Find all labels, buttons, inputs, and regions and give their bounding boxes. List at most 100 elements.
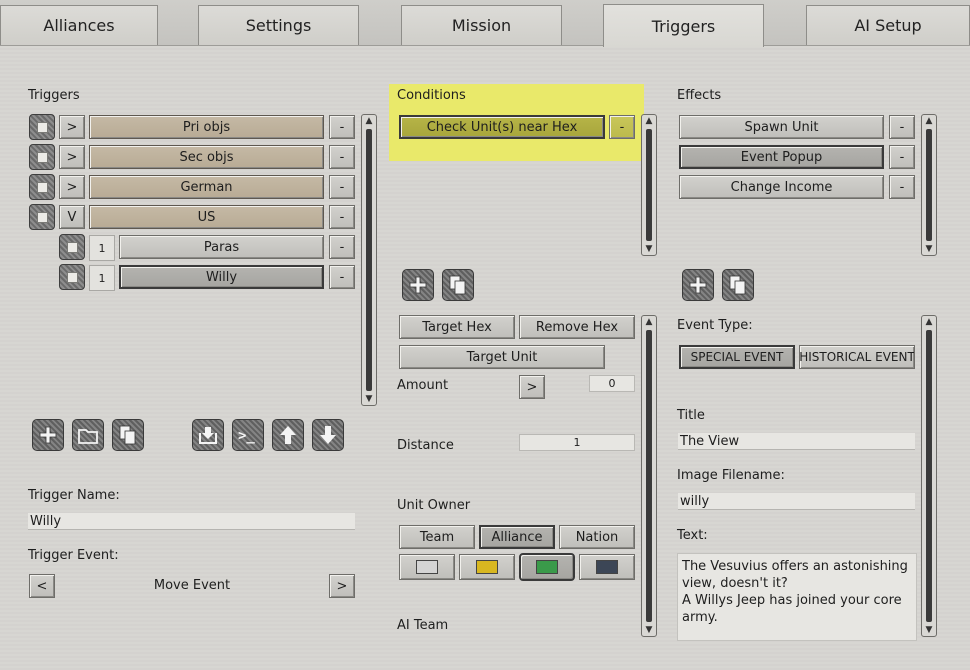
scroll-up-icon[interactable]: ▲ <box>922 316 936 328</box>
tab-mission[interactable]: Mission <box>401 5 562 45</box>
remove-hex-button[interactable]: Remove Hex <box>519 315 635 339</box>
arrow-up-icon <box>280 426 296 444</box>
copy-icon <box>119 425 136 445</box>
trigger-name-input[interactable]: Willy <box>28 513 355 530</box>
trigger-checkbox[interactable] <box>29 174 55 200</box>
scroll-down-icon[interactable]: ▼ <box>642 624 656 636</box>
add-icon <box>39 426 57 444</box>
unit-owner-label: Unit Owner <box>397 498 471 513</box>
trigger-item-pri-objs[interactable]: Pri objs <box>89 115 324 139</box>
trigger-checkbox[interactable] <box>29 144 55 170</box>
owner-team-button[interactable]: Team <box>399 525 475 549</box>
trigger-name-label: Trigger Name: <box>28 488 120 503</box>
scroll-down-icon[interactable]: ▼ <box>922 624 936 636</box>
effect-remove-button[interactable]: - <box>889 145 915 169</box>
add-trigger-button[interactable] <box>32 419 64 451</box>
trigger-item-paras[interactable]: Paras <box>119 235 324 259</box>
distance-input[interactable]: 1 <box>519 434 635 451</box>
scroll-up-icon[interactable]: ▲ <box>642 115 656 127</box>
effect-remove-button[interactable]: - <box>889 175 915 199</box>
trigger-remove-button[interactable]: - <box>329 115 355 139</box>
trigger-item-willy[interactable]: Willy <box>119 265 324 289</box>
effect-item-spawn-unit[interactable]: Spawn Unit <box>679 115 884 139</box>
copy-icon <box>449 275 466 295</box>
trigger-item-us[interactable]: US <box>89 205 324 229</box>
team-color-white-button[interactable] <box>399 554 455 580</box>
effect-item-change-income[interactable]: Change Income <box>679 175 884 199</box>
trigger-list-scrollbar[interactable]: ▲ ▼ <box>361 114 377 406</box>
scroll-up-icon[interactable]: ▲ <box>362 115 376 127</box>
condition-details-scrollbar[interactable]: ▲ ▼ <box>641 315 657 637</box>
effect-details-scrollbar[interactable]: ▲ ▼ <box>921 315 937 637</box>
trigger-remove-button[interactable]: - <box>329 175 355 199</box>
import-icon <box>199 427 217 444</box>
trigger-order-number: 1 <box>89 235 115 261</box>
trigger-expand-button[interactable]: > <box>59 115 85 139</box>
scroll-down-icon[interactable]: ▼ <box>642 243 656 255</box>
event-text-area[interactable]: The Vesuvius offers an astonishing view,… <box>677 553 917 641</box>
team-color-yellow-button[interactable] <box>459 554 515 580</box>
add-folder-button[interactable] <box>72 419 104 451</box>
trigger-expand-button[interactable]: > <box>59 175 85 199</box>
trigger-item-sec-objs[interactable]: Sec objs <box>89 145 324 169</box>
trigger-item-german[interactable]: German <box>89 175 324 199</box>
scroll-down-icon[interactable]: ▼ <box>362 393 376 405</box>
effects-scrollbar[interactable]: ▲ ▼ <box>921 114 937 256</box>
tab-alliances[interactable]: Alliances <box>0 5 158 45</box>
trigger-collapse-button[interactable]: V <box>59 205 85 229</box>
image-filename-input[interactable]: willy <box>678 493 915 510</box>
target-hex-button[interactable]: Target Hex <box>399 315 515 339</box>
scroll-down-icon[interactable]: ▼ <box>922 243 936 255</box>
effect-item-event-popup[interactable]: Event Popup <box>679 145 884 169</box>
amount-toggle-button[interactable]: > <box>519 375 545 399</box>
scroll-up-icon[interactable]: ▲ <box>922 115 936 127</box>
historical-event-button[interactable]: HISTORICAL EVENT <box>799 345 915 369</box>
scroll-up-icon[interactable]: ▲ <box>642 316 656 328</box>
condition-item-check-units[interactable]: Check Unit(s) near Hex <box>399 115 605 139</box>
tab-strip: Alliances Settings Mission Triggers AI S… <box>0 0 970 47</box>
special-event-button[interactable]: SPECIAL EVENT <box>679 345 795 369</box>
trigger-expand-button[interactable]: > <box>59 145 85 169</box>
owner-alliance-button[interactable]: Alliance <box>479 525 555 549</box>
move-down-button[interactable] <box>312 419 344 451</box>
copy-icon <box>729 275 746 295</box>
trigger-checkbox[interactable] <box>29 204 55 230</box>
import-trigger-button[interactable] <box>192 419 224 451</box>
tab-settings[interactable]: Settings <box>198 5 359 45</box>
trigger-checkbox[interactable] <box>59 264 85 290</box>
copy-effect-button[interactable] <box>722 269 754 301</box>
script-trigger-button[interactable]: >_ <box>232 419 264 451</box>
trigger-remove-button[interactable]: - <box>329 265 355 289</box>
condition-remove-button[interactable]: - <box>609 115 635 139</box>
trigger-remove-button[interactable]: - <box>329 235 355 259</box>
add-effect-button[interactable] <box>682 269 714 301</box>
move-up-button[interactable] <box>272 419 304 451</box>
team-color-navy-button[interactable] <box>579 554 635 580</box>
trigger-checkbox[interactable] <box>59 234 85 260</box>
add-condition-button[interactable] <box>402 269 434 301</box>
trigger-event-next-button[interactable]: > <box>329 574 355 598</box>
trigger-remove-button[interactable]: - <box>329 145 355 169</box>
trigger-event-prev-button[interactable]: < <box>29 574 55 598</box>
console-icon: >_ <box>238 428 255 444</box>
title-label: Title <box>677 408 705 423</box>
amount-label: Amount <box>397 378 449 393</box>
team-color-swatch <box>596 560 618 574</box>
effect-remove-button[interactable]: - <box>889 115 915 139</box>
copy-trigger-button[interactable] <box>112 419 144 451</box>
amount-input[interactable]: 0 <box>589 375 635 392</box>
effects-heading: Effects <box>677 88 722 103</box>
copy-condition-button[interactable] <box>442 269 474 301</box>
tab-ai-setup[interactable]: AI Setup <box>806 5 970 45</box>
tab-triggers[interactable]: Triggers <box>603 4 764 47</box>
title-input[interactable]: The View <box>678 433 915 450</box>
folder-icon <box>78 429 98 444</box>
owner-nation-button[interactable]: Nation <box>559 525 635 549</box>
target-unit-button[interactable]: Target Unit <box>399 345 605 369</box>
team-color-swatch <box>476 560 498 574</box>
team-color-green-button[interactable] <box>519 553 575 581</box>
trigger-checkbox[interactable] <box>29 114 55 140</box>
conditions-scrollbar[interactable]: ▲ ▼ <box>641 114 657 256</box>
trigger-remove-button[interactable]: - <box>329 205 355 229</box>
arrow-down-icon <box>320 426 336 444</box>
